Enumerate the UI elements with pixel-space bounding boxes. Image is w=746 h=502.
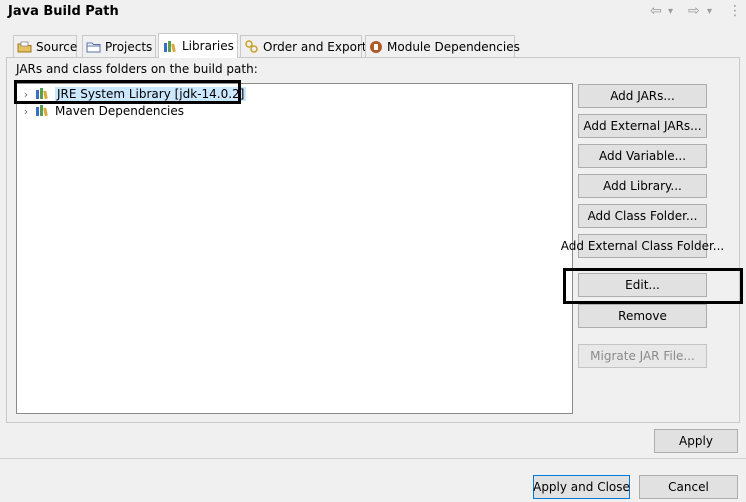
forward-arrow-icon[interactable]: ⇨ xyxy=(688,3,700,19)
apply-and-close-button[interactable]: Apply and Close xyxy=(533,475,630,499)
migrate-jar-file-button[interactable]: Migrate JAR File... xyxy=(578,344,707,368)
add-jars-button[interactable]: Add JARs... xyxy=(578,84,707,108)
tree-item-label: Maven Dependencies xyxy=(55,104,185,118)
add-external-class-folder-button[interactable]: Add External Class Folder... xyxy=(561,234,724,258)
apply-button[interactable]: Apply xyxy=(654,429,738,453)
tab-label: Order and Export xyxy=(263,39,367,54)
page-title: Java Build Path xyxy=(8,4,119,19)
tab-order-and-export[interactable]: Order and Export xyxy=(240,35,367,57)
cancel-button[interactable]: Cancel xyxy=(639,475,738,499)
tree-item-maven-dependencies[interactable]: › Maven Dependencies xyxy=(21,102,184,120)
back-arrow-icon[interactable]: ⇦ xyxy=(650,3,662,19)
add-external-jars-button[interactable]: Add External JARs... xyxy=(578,114,707,138)
library-tree[interactable]: › JRE System Library [jdk-14.0.2] › Mave… xyxy=(16,83,573,414)
remove-button[interactable]: Remove xyxy=(578,304,707,328)
add-variable-button[interactable]: Add Variable... xyxy=(578,144,707,168)
add-library-button[interactable]: Add Library... xyxy=(578,174,707,198)
forward-dropdown-icon[interactable]: ▾ xyxy=(707,4,712,20)
highlight-box-jre xyxy=(14,80,241,104)
tab-label: Libraries xyxy=(182,39,234,53)
tab-label: Projects xyxy=(105,39,153,54)
libraries-icon xyxy=(162,39,178,53)
tab-projects[interactable]: Projects xyxy=(82,35,156,57)
dialog-header: Java Build Path ⇦ ▾ ⇨ ▾ ⋮ xyxy=(0,0,746,26)
highlight-box-edit xyxy=(563,268,743,304)
add-class-folder-button[interactable]: Add Class Folder... xyxy=(578,204,707,228)
tab-source[interactable]: Source xyxy=(13,35,77,57)
library-icon xyxy=(35,104,51,118)
back-dropdown-icon[interactable]: ▾ xyxy=(668,4,673,20)
build-path-caption: JARs and class folders on the build path… xyxy=(16,62,258,76)
source-folder-icon xyxy=(17,40,32,54)
module-icon xyxy=(369,40,383,54)
expand-chevron-icon[interactable]: › xyxy=(21,105,31,118)
order-export-icon xyxy=(244,40,259,54)
tab-label: Module Dependencies xyxy=(387,39,520,54)
projects-icon xyxy=(86,40,101,54)
tab-libraries[interactable]: Libraries xyxy=(158,33,238,58)
tab-label: Source xyxy=(36,39,78,54)
tab-module-dependencies[interactable]: Module Dependencies xyxy=(365,35,520,57)
footer-separator xyxy=(0,458,746,459)
view-menu-icon[interactable]: ⋮ xyxy=(728,3,742,19)
